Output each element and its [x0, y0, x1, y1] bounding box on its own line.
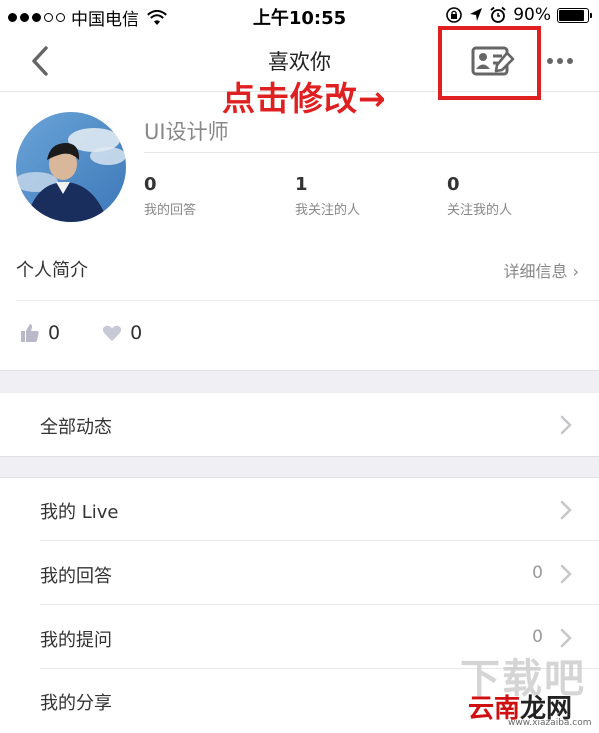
location-arrow-icon	[470, 8, 483, 21]
battery-icon	[557, 7, 592, 23]
likes-row: 0 0	[20, 322, 184, 344]
alarm-icon	[490, 6, 506, 23]
personal-intro-row[interactable]: 个人简介 详细信息 ›	[16, 256, 599, 284]
hearts-count: 0	[130, 322, 143, 344]
avatar[interactable]	[16, 112, 126, 222]
divider	[144, 152, 599, 153]
list-item-label: 我的分享	[40, 693, 112, 714]
stat-following[interactable]: 1 我关注的人	[295, 174, 360, 218]
stat-count: 0	[447, 174, 460, 195]
list-item-label: 我的回答	[40, 566, 112, 587]
list-item-my-live[interactable]: 我的 Live	[0, 478, 599, 541]
list-item-label: 全部动态	[40, 417, 112, 438]
heart-icon[interactable]	[102, 324, 122, 342]
chevron-right-icon	[560, 500, 572, 520]
battery-percent: 90%	[513, 5, 551, 25]
chevron-right-icon	[560, 564, 572, 584]
username: UI设计师	[144, 120, 229, 144]
list-item-label: 我的提问	[40, 630, 112, 651]
annotation-highlight-box	[438, 26, 541, 100]
list-item-label: 我的 Live	[40, 502, 119, 523]
list-item-my-answers[interactable]: 我的回答 0	[0, 542, 599, 605]
stat-label: 我的回答	[144, 203, 197, 218]
watermark-url: www.xiazaiba.com	[508, 718, 592, 728]
list-item-count: 0	[532, 563, 543, 583]
status-right: 90%	[445, 5, 592, 25]
list-item-all-activity[interactable]: 全部动态	[0, 393, 599, 456]
more-options-button[interactable]	[540, 44, 580, 78]
divider	[16, 300, 599, 301]
stat-count: 0	[144, 174, 157, 195]
chevron-right-icon	[560, 415, 572, 435]
annotation-label: 点击修改→	[222, 79, 387, 118]
detail-info-link[interactable]: 详细信息 ›	[504, 258, 580, 282]
stat-followers[interactable]: 0 关注我的人	[447, 174, 512, 218]
site-watermark: 下载吧 云南龙网 www.xiazaiba.com	[456, 640, 599, 733]
avatar-photo	[16, 112, 126, 222]
stat-label: 关注我的人	[447, 203, 513, 218]
thumbs-count: 0	[48, 322, 61, 344]
thumbs-up-icon[interactable]	[20, 323, 40, 343]
stat-my-answers[interactable]: 0 我的回答	[144, 174, 196, 218]
divider	[40, 604, 599, 605]
stat-count: 1	[295, 174, 308, 195]
divider	[40, 540, 599, 541]
rotation-lock-icon	[446, 7, 463, 23]
stat-label: 我关注的人	[295, 203, 361, 218]
intro-label: 个人简介	[16, 260, 88, 281]
section-separator	[0, 456, 599, 478]
section-separator	[0, 370, 599, 394]
